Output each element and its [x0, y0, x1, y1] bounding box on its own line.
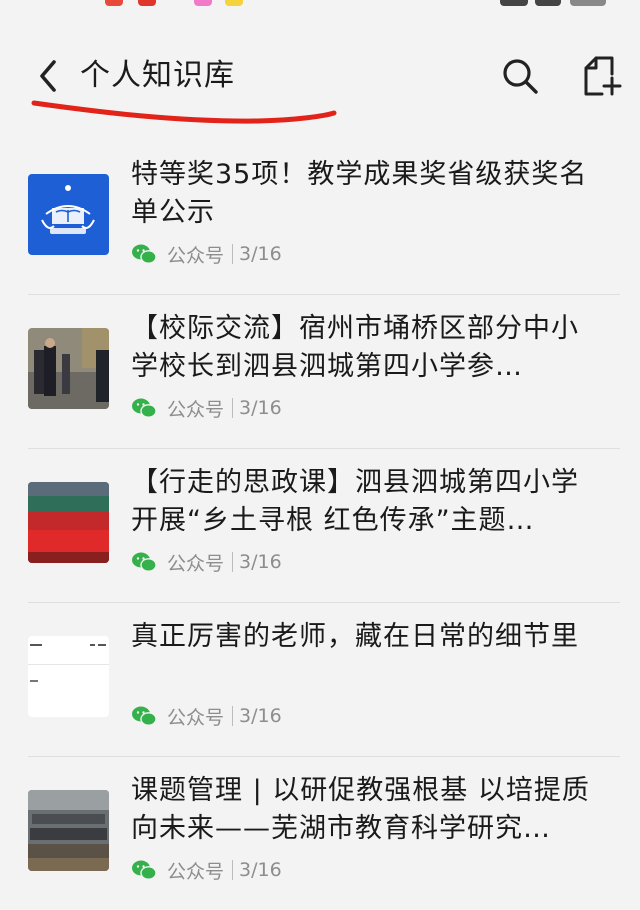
article-source: 公众号: [167, 398, 225, 421]
wechat-icon: [132, 860, 157, 880]
chevron-left-icon: [40, 60, 56, 92]
article-source: 公众号: [167, 552, 225, 575]
list-item[interactable]: 【行走的思政课】泗县泗城第四小学开展“乡土寻根 红色传承”主题… 公众号 3/1…: [0, 448, 640, 602]
search-icon: [503, 59, 538, 94]
meta-divider: [232, 860, 234, 880]
article-date: 3/16: [239, 705, 282, 727]
wechat-icon: [132, 244, 157, 264]
article-source: 公众号: [167, 860, 225, 883]
article-thumbnail: [28, 636, 109, 717]
meta-divider: [232, 552, 234, 572]
article-meta: 公众号 3/16: [131, 394, 282, 422]
meta-divider: [232, 244, 234, 264]
article-thumbnail: [28, 482, 109, 563]
article-thumbnail: [28, 328, 109, 409]
status-battery-icon: [570, 0, 606, 6]
status-signal-icon: [535, 0, 561, 6]
meta-divider: [232, 706, 234, 726]
red-underline-annotation: [31, 100, 337, 124]
status-notification-icon: [105, 0, 123, 6]
status-notification-icon: [138, 0, 156, 6]
header: 个人知识库: [0, 40, 640, 124]
new-document-icon: [584, 56, 622, 96]
meta-divider: [232, 398, 234, 418]
search-button[interactable]: [500, 56, 540, 96]
list-item[interactable]: 真正厉害的老师，藏在日常的细节里 公众号 3/16: [0, 602, 640, 756]
status-bar: [0, 0, 640, 10]
article-thumbnail: [28, 174, 109, 255]
article-meta: 公众号 3/16: [131, 548, 282, 576]
article-meta: 公众号 3/16: [131, 856, 282, 884]
article-title: 【校际交流】宿州市埇桥区部分中小学校长到泗县泗城第四小学参…: [131, 313, 579, 382]
article-date: 3/16: [239, 397, 282, 419]
status-notification-icon: [194, 0, 212, 6]
article-title: 真正厉害的老师，藏在日常的细节里: [131, 621, 579, 652]
article-title: 【行走的思政课】泗县泗城第四小学开展“乡土寻根 红色传承”主题…: [131, 467, 579, 536]
article-date: 3/16: [239, 243, 282, 265]
article-date: 3/16: [239, 859, 282, 881]
new-document-button[interactable]: [580, 54, 624, 98]
article-title: 课题管理 | 以研促教强根基 以培提质向未来——芜湖市教育科学研究…: [131, 775, 590, 844]
article-list: 特等奖35项！教学成果奖省级获奖名单公示 公众号 3/16 【校际交流】宿州市埇…: [0, 140, 640, 910]
status-notification-icon: [225, 0, 243, 6]
article-source: 公众号: [167, 244, 225, 267]
wechat-icon: [132, 552, 157, 572]
article-source: 公众号: [167, 706, 225, 729]
article-meta: 公众号 3/16: [131, 240, 282, 268]
article-meta: 公众号 3/16: [131, 702, 282, 730]
wechat-icon: [132, 706, 157, 726]
status-signal-icon: [500, 0, 528, 6]
list-item[interactable]: 课题管理 | 以研促教强根基 以培提质向未来——芜湖市教育科学研究… 公众号 3…: [0, 756, 640, 910]
wechat-icon: [132, 398, 157, 418]
article-thumbnail: [28, 790, 109, 871]
article-date: 3/16: [239, 551, 282, 573]
list-item[interactable]: 特等奖35项！教学成果奖省级获奖名单公示 公众号 3/16: [0, 140, 640, 294]
article-title: 特等奖35项！教学成果奖省级获奖名单公示: [131, 159, 588, 228]
list-item[interactable]: 【校际交流】宿州市埇桥区部分中小学校长到泗县泗城第四小学参… 公众号 3/16: [0, 294, 640, 448]
